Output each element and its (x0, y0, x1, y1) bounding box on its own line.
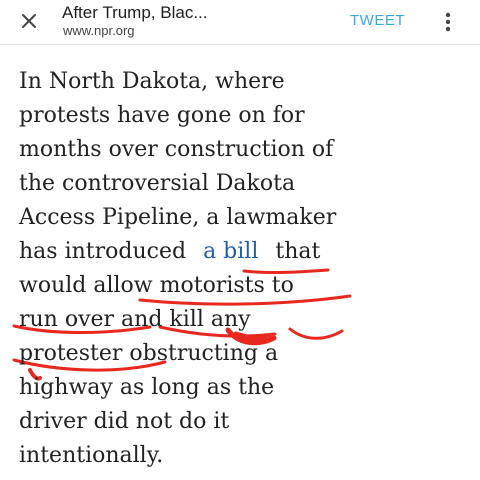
article-line-11: driver did not do it (19, 409, 229, 434)
page-url: www.npr.org (63, 23, 135, 38)
screen: After Trump, Blac... www.npr.org TWEET I… (0, 0, 480, 480)
close-button[interactable] (16, 8, 42, 34)
app-bar: After Trump, Blac... www.npr.org TWEET (0, 0, 480, 45)
article-line-5: Access Pipeline, a lawmaker (18, 205, 337, 230)
tweet-button[interactable]: TWEET (350, 12, 405, 29)
close-icon (22, 14, 36, 28)
page-title: After Trump, Blac... (62, 3, 208, 22)
article-line-2: protests have gone on for (19, 103, 305, 128)
article-line-8: run over and kill any (19, 307, 251, 332)
more-options-button[interactable] (438, 10, 458, 34)
article-line-1: In North Dakota, where (19, 69, 285, 94)
article-line-7: would allow motorists to (19, 273, 294, 298)
article-line-3: months over construction of (19, 137, 335, 162)
article-body: In North Dakota, where protests have gon… (0, 44, 480, 480)
more-vertical-icon (445, 12, 451, 32)
article-line-6-end: that (275, 239, 320, 264)
article-line-10: highway as long as the (19, 375, 274, 400)
article-line-12: intentionally. (19, 443, 163, 468)
underline-any (288, 327, 344, 340)
article-line-4: the controversial Dakota (19, 171, 295, 196)
article-line-9: protester obstructing a (19, 341, 278, 366)
article-line-6: has introduced a bill that (19, 239, 321, 264)
article-svg: In North Dakota, where protests have gon… (12, 69, 352, 468)
article-line-6-start: has introduced (19, 239, 186, 264)
a-bill-link[interactable]: a bill (203, 239, 258, 264)
